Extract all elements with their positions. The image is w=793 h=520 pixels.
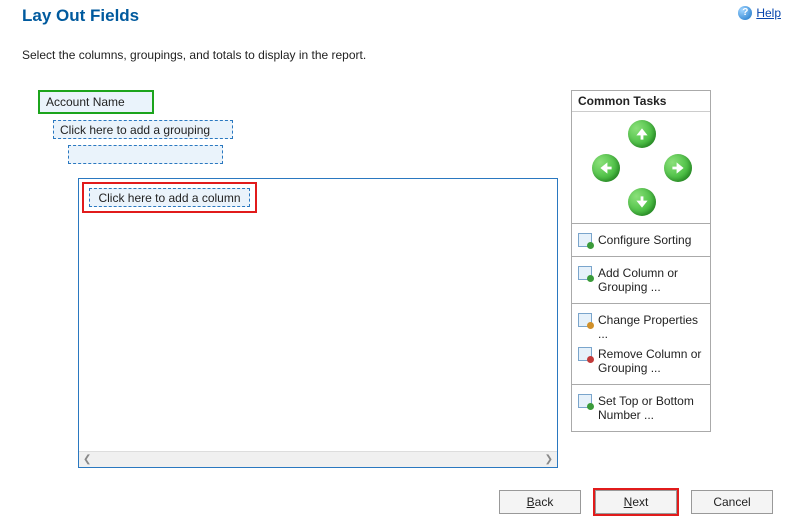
- add-column-placeholder[interactable]: Click here to add a column: [89, 188, 250, 207]
- scroll-right-icon[interactable]: ❯: [545, 454, 553, 465]
- columns-canvas: Click here to add a column ❮ ❯: [78, 178, 558, 468]
- change-properties-action[interactable]: Change Properties ...: [578, 310, 704, 344]
- account-name-field[interactable]: Account Name: [46, 95, 146, 109]
- move-arrows-block: [572, 112, 710, 224]
- back-button[interactable]: Back: [499, 490, 581, 514]
- add-column-highlight: Click here to add a column: [82, 182, 257, 213]
- account-name-field-highlight: Account Name: [38, 90, 154, 114]
- horizontal-scrollbar[interactable]: ❮ ❯: [79, 451, 557, 467]
- common-tasks-title: Common Tasks: [572, 91, 710, 112]
- configure-sorting-label: Configure Sorting: [598, 233, 691, 247]
- help-icon: ?: [738, 6, 752, 20]
- cancel-button[interactable]: Cancel: [691, 490, 773, 514]
- sort-icon: [578, 233, 592, 247]
- next-button[interactable]: Next: [595, 490, 677, 514]
- set-top-bottom-label: Set Top or Bottom Number ...: [598, 394, 704, 422]
- common-tasks-panel: Common Tasks Configure Sorting Add Colum…: [571, 90, 711, 432]
- arrow-up-icon: [635, 127, 649, 141]
- help-label: Help: [756, 6, 781, 20]
- topn-icon: [578, 394, 592, 408]
- set-top-bottom-action[interactable]: Set Top or Bottom Number ...: [578, 391, 704, 425]
- add-column-grouping-label: Add Column or Grouping ...: [598, 266, 704, 294]
- configure-sorting-action[interactable]: Configure Sorting: [578, 230, 704, 250]
- remove-column-grouping-label: Remove Column or Grouping ...: [598, 347, 704, 375]
- remove-column-grouping-action[interactable]: Remove Column or Grouping ...: [578, 344, 704, 378]
- add-column-grouping-action[interactable]: Add Column or Grouping ...: [578, 263, 704, 297]
- add-icon: [578, 266, 592, 280]
- remove-icon: [578, 347, 592, 361]
- properties-icon: [578, 313, 592, 327]
- move-right-button[interactable]: [664, 154, 692, 182]
- scroll-left-icon[interactable]: ❮: [83, 454, 91, 465]
- wizard-button-bar: Back Next Cancel: [499, 490, 773, 514]
- layout-area: Account Name Click here to add a groupin…: [38, 90, 558, 164]
- page-title: Lay Out Fields: [22, 6, 139, 26]
- move-left-button[interactable]: [592, 154, 620, 182]
- instruction-text: Select the columns, groupings, and total…: [0, 26, 793, 62]
- change-properties-label: Change Properties ...: [598, 313, 704, 341]
- add-grouping-placeholder[interactable]: Click here to add a grouping: [53, 120, 233, 139]
- move-up-button[interactable]: [628, 120, 656, 148]
- empty-grouping-slot[interactable]: [68, 145, 223, 164]
- next-label-rest: ext: [632, 495, 648, 509]
- arrow-left-icon: [599, 161, 613, 175]
- arrow-down-icon: [635, 195, 649, 209]
- move-down-button[interactable]: [628, 188, 656, 216]
- back-label-rest: ack: [535, 495, 554, 509]
- help-link[interactable]: ? Help: [738, 6, 781, 20]
- arrow-right-icon: [671, 161, 685, 175]
